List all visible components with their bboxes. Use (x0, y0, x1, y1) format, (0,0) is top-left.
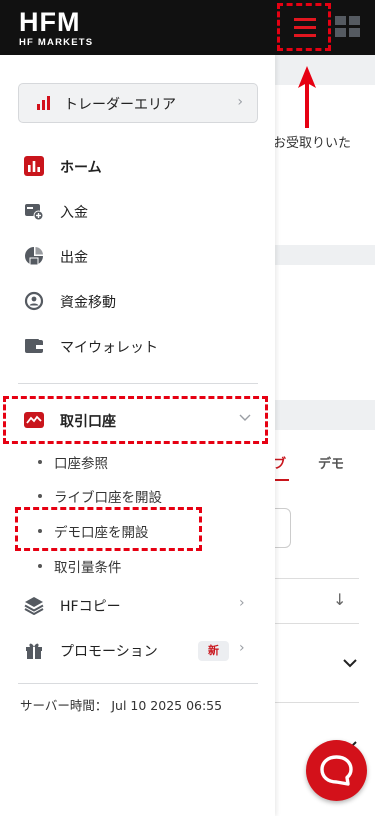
bar-chart-icon (37, 96, 50, 110)
hamburger-menu-button[interactable] (277, 3, 331, 51)
tab-underline (275, 479, 289, 481)
nav-item-promotions[interactable]: プロモーション 新 › (0, 630, 275, 670)
background-partial-text: お受取りいた (273, 136, 352, 151)
nav-item-deposit[interactable]: 入金 (0, 191, 275, 231)
trader-area-label: トレーダーエリア (64, 97, 176, 113)
nav-item-wallet[interactable]: マイウォレット (0, 326, 275, 366)
chat-button[interactable] (306, 740, 367, 801)
nav-item-hf-copy[interactable]: HFコピー › (0, 585, 275, 625)
chevron-right-icon: › (239, 595, 245, 611)
nav-item-withdraw[interactable]: 出金 (0, 236, 275, 276)
server-time: サーバー時間： Jul 10 2025 06:55 (20, 698, 223, 713)
chevron-right-icon: › (239, 640, 245, 656)
nav-label-deposit: 入金 (60, 205, 88, 221)
trader-area-button[interactable]: トレーダーエリア › (18, 83, 258, 123)
top-header: HFM HF MARKETS (0, 0, 375, 55)
drawer-divider (18, 683, 258, 684)
chat-icon (320, 755, 353, 786)
transfer-icon (24, 291, 44, 311)
nav-label-promotions: プロモーション (60, 644, 158, 660)
sort-arrow-icon[interactable]: ↓ (333, 590, 346, 609)
nav-label-hf-copy: HFコピー (60, 599, 121, 615)
sub-item-view-accounts[interactable]: 口座参照 (38, 452, 108, 472)
gift-icon (26, 643, 42, 659)
layers-icon (24, 597, 44, 615)
sub-item-open-live[interactable]: ライブ口座を開設 (38, 486, 162, 506)
deposit-icon (25, 204, 44, 221)
wallet-icon (25, 339, 43, 353)
nav-item-home[interactable]: ホーム (0, 146, 275, 186)
side-drawer: トレーダーエリア › ホーム 入金 出金 資金移動 マイウォレット 取引口座 口… (0, 55, 275, 816)
nav-label-wallet: マイウォレット (60, 340, 158, 356)
annotation-highlight-box (3, 396, 268, 444)
nav-label-transfer: 資金移動 (60, 295, 116, 311)
sub-item-conditions[interactable]: 取引量条件 (38, 556, 122, 576)
bullet-icon (38, 564, 42, 568)
annotation-arrow-icon (298, 66, 316, 128)
logo-text: HFM (19, 7, 81, 37)
nav-label-home: ホーム (60, 160, 102, 176)
nav-label-withdraw: 出金 (60, 250, 88, 266)
nav-item-transfer[interactable]: 資金移動 (0, 281, 275, 321)
new-badge: 新 (198, 641, 229, 661)
drawer-divider (18, 383, 258, 384)
background-divider (275, 702, 359, 703)
home-chart-icon (24, 156, 44, 176)
withdraw-icon (25, 247, 43, 266)
grid-icon[interactable] (335, 16, 361, 38)
chevron-right-icon: › (237, 94, 243, 110)
logo-subtext: HF MARKETS (19, 37, 94, 48)
tab-demo[interactable]: デモ (318, 453, 344, 472)
bullet-icon (38, 460, 42, 464)
chevron-down-icon[interactable] (342, 653, 358, 672)
hamburger-menu-icon (294, 18, 316, 42)
hfm-logo[interactable]: HFM HF MARKETS (19, 8, 109, 48)
annotation-highlight-box (15, 507, 202, 551)
bullet-icon (38, 494, 42, 498)
background-divider (275, 578, 359, 579)
background-divider (275, 623, 359, 624)
